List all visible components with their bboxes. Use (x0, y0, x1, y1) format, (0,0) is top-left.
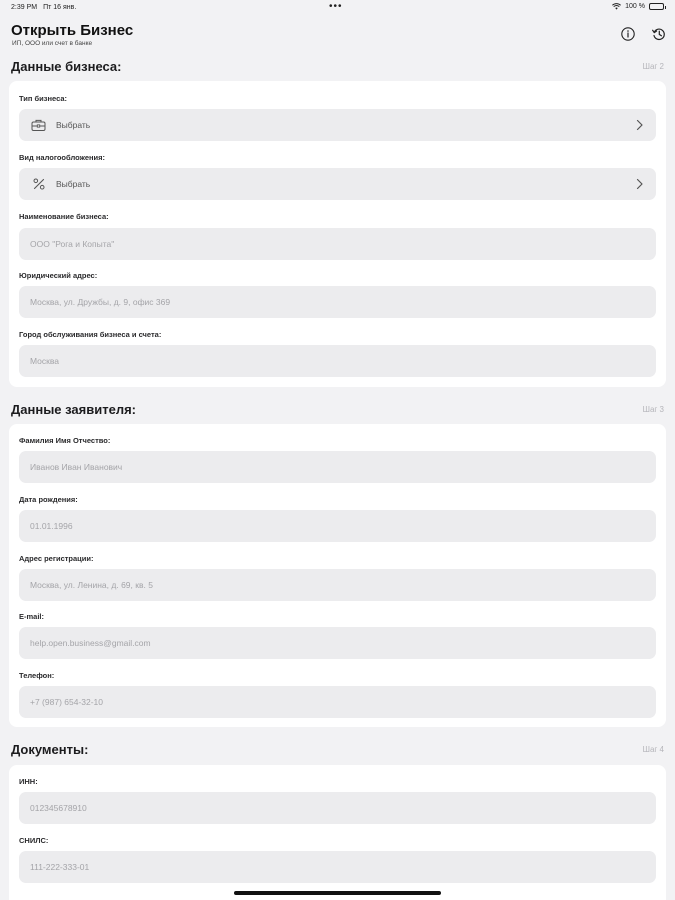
section-title-documents: Документы: (11, 742, 89, 757)
business-name-label: Наименование бизнеса: (19, 212, 109, 221)
battery-icon (649, 3, 666, 10)
phone-label: Телефон: (19, 671, 55, 680)
business-type-label: Тип бизнеса: (19, 94, 68, 103)
history-button-icon[interactable] (651, 26, 667, 42)
section-title-business: Данные бизнеса: (11, 59, 122, 74)
tax-type-label: Вид налогообложения: (19, 153, 106, 162)
status-date: Пт 16 янв. (43, 4, 77, 11)
email-label: E-mail: (19, 612, 45, 621)
multitasking-dots[interactable]: ••• (329, 1, 343, 12)
business-name-field[interactable]: ООО "Рога и Копыта" (19, 228, 656, 260)
info-button-icon[interactable] (620, 26, 636, 42)
reg-address-field[interactable]: Москва, ул. Ленина, д. 69, кв. 5 (19, 569, 656, 601)
wifi-icon (612, 3, 622, 10)
service-city-field[interactable]: Москва (19, 345, 656, 377)
legal-address-field[interactable]: Москва, ул. Дружбы, д. 9, офис 369 (19, 286, 656, 318)
business-type-value: Выбрать (56, 120, 91, 130)
battery-percent: 100 % (625, 3, 645, 10)
phone-field[interactable]: +7 (987) 654-32-10 (19, 686, 656, 718)
home-indicator[interactable] (234, 891, 441, 895)
business-type-select[interactable]: Выбрать (19, 109, 656, 141)
section-title-applicant: Данные заявителя: (11, 402, 136, 417)
chevron-right-icon (636, 119, 643, 131)
full-name-label: Фамилия Имя Отчество: (19, 436, 111, 445)
page-title: Открыть Бизнес (11, 22, 134, 39)
status-bar: 2:39 PM Пт 16 янв. ••• 100 % (0, 0, 675, 16)
email-field[interactable]: help.open.business@gmail.com (19, 627, 656, 659)
business-data-card: Тип бизнеса: Выбрать Вид налогообложения… (9, 81, 666, 387)
step-label-applicant: Шаг 3 (642, 405, 664, 414)
navigation-bar: Открыть Бизнес ИП, ООО или счет в банке (0, 16, 675, 54)
documents-card: ИНН: 012345678910 СНИЛС: 111-222-333-01 (9, 765, 666, 900)
step-label-business: Шаг 2 (642, 62, 664, 71)
tax-type-value: Выбрать (56, 179, 91, 189)
full-name-field[interactable]: Иванов Иван Иванович (19, 451, 656, 483)
tax-type-select[interactable]: Выбрать (19, 168, 656, 200)
percent-icon (31, 177, 46, 192)
page-subtitle: ИП, ООО или счет в банке (12, 40, 93, 47)
inn-field[interactable]: 012345678910 (19, 792, 656, 824)
birth-date-label: Дата рождения: (19, 495, 78, 504)
step-label-documents: Шаг 4 (642, 745, 664, 754)
snils-field[interactable]: 111-222-333-01 (19, 851, 656, 883)
birth-date-field[interactable]: 01.01.1996 (19, 510, 656, 542)
applicant-data-card: Фамилия Имя Отчество: Иванов Иван Иванов… (9, 424, 666, 727)
snils-label: СНИЛС: (19, 836, 49, 845)
service-city-label: Город обслуживания бизнеса и счета: (19, 330, 162, 339)
legal-address-label: Юридический адрес: (19, 271, 98, 280)
reg-address-label: Адрес регистрации: (19, 554, 94, 563)
briefcase-icon (31, 118, 46, 133)
inn-label: ИНН: (19, 777, 38, 786)
chevron-right-icon (636, 178, 643, 190)
status-time: 2:39 PM (11, 4, 38, 11)
